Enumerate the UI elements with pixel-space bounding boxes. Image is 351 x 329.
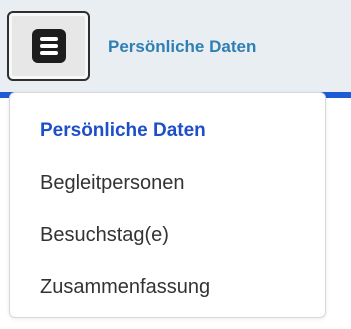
- top-bar: Persönliche Daten: [0, 0, 351, 92]
- menu-item-zusammenfassung[interactable]: Zusammenfassung: [10, 277, 325, 329]
- menu-item-persoenliche-daten[interactable]: Persönliche Daten: [10, 121, 325, 173]
- menu-item-begleitpersonen[interactable]: Begleitpersonen: [10, 173, 325, 225]
- current-step-title: Persönliche Daten: [108, 37, 257, 56]
- menu-item-besuchstage[interactable]: Besuchstag(e): [10, 225, 325, 277]
- menu-toggle-button[interactable]: [7, 11, 90, 81]
- hamburger-icon: [31, 29, 66, 63]
- navigation-dropdown: Persönliche Daten Begleitpersonen Besuch…: [9, 92, 326, 318]
